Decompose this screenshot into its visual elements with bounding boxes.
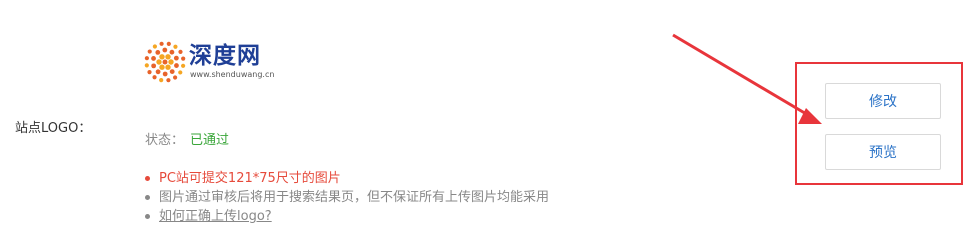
logo-core — [162, 59, 168, 65]
logo-dot — [147, 49, 152, 54]
status-label: 状态： — [145, 133, 185, 148]
logo-dot — [165, 64, 171, 70]
logo-dot — [165, 54, 171, 60]
logo-dot — [159, 64, 165, 70]
preview-logo-button[interactable]: 预览 — [825, 134, 941, 170]
logo-brand-text: 深度网 — [189, 42, 261, 69]
logo-dot — [168, 59, 174, 65]
status-value: 已通过 — [190, 133, 230, 148]
logo-dot — [144, 63, 149, 68]
logo-dot — [181, 56, 186, 61]
logo-dot — [181, 63, 186, 68]
logo-dot — [147, 70, 152, 75]
upload-tips-list: PC站可提交121*75尺寸的图片 图片通过审核后将用于搜索结果页，但不保证所有… — [145, 169, 549, 226]
logo-dot — [173, 44, 178, 49]
logo-dot — [159, 41, 164, 46]
review-status: 状态： 已通过 — [145, 129, 229, 148]
sunflower-logo-icon — [144, 41, 186, 83]
tip-review-info: 图片通过审核后将用于搜索结果页，但不保证所有上传图片均能采用 — [145, 188, 549, 207]
logo-dot — [169, 69, 175, 75]
logo-dot — [144, 56, 149, 61]
logo-dot — [151, 63, 157, 69]
logo-dot — [166, 41, 171, 46]
logo-dot — [159, 54, 165, 60]
arrow-shaft — [672, 33, 809, 117]
tip-help: 如何正确上传logo? — [145, 207, 549, 226]
logo-dot — [173, 75, 178, 80]
help-link-upload-logo[interactable]: 如何正确上传logo? — [159, 209, 272, 224]
logo-dot — [166, 78, 171, 83]
logo-dot — [156, 59, 162, 65]
logo-dot — [152, 75, 157, 80]
logo-dot — [155, 49, 161, 55]
logo-dot — [173, 55, 179, 61]
field-label-site-logo: 站点LOGO： — [15, 121, 92, 136]
logo-brand-url: www.shenduwang.cn — [190, 70, 275, 79]
logo-dot — [178, 70, 183, 75]
edit-logo-button[interactable]: 修改 — [825, 83, 941, 119]
site-logo-image: 深度网 www.shenduwang.cn — [143, 40, 275, 84]
logo-dot — [159, 78, 164, 83]
logo-dot — [169, 49, 175, 55]
logo-dot — [178, 49, 183, 54]
logo-dot — [162, 47, 168, 53]
logo-dot — [152, 44, 157, 49]
tip-size-warning: PC站可提交121*75尺寸的图片 — [145, 169, 549, 188]
logo-dot — [162, 71, 168, 77]
logo-dot — [151, 56, 156, 61]
logo-dot — [174, 63, 179, 68]
logo-dot — [155, 69, 161, 75]
